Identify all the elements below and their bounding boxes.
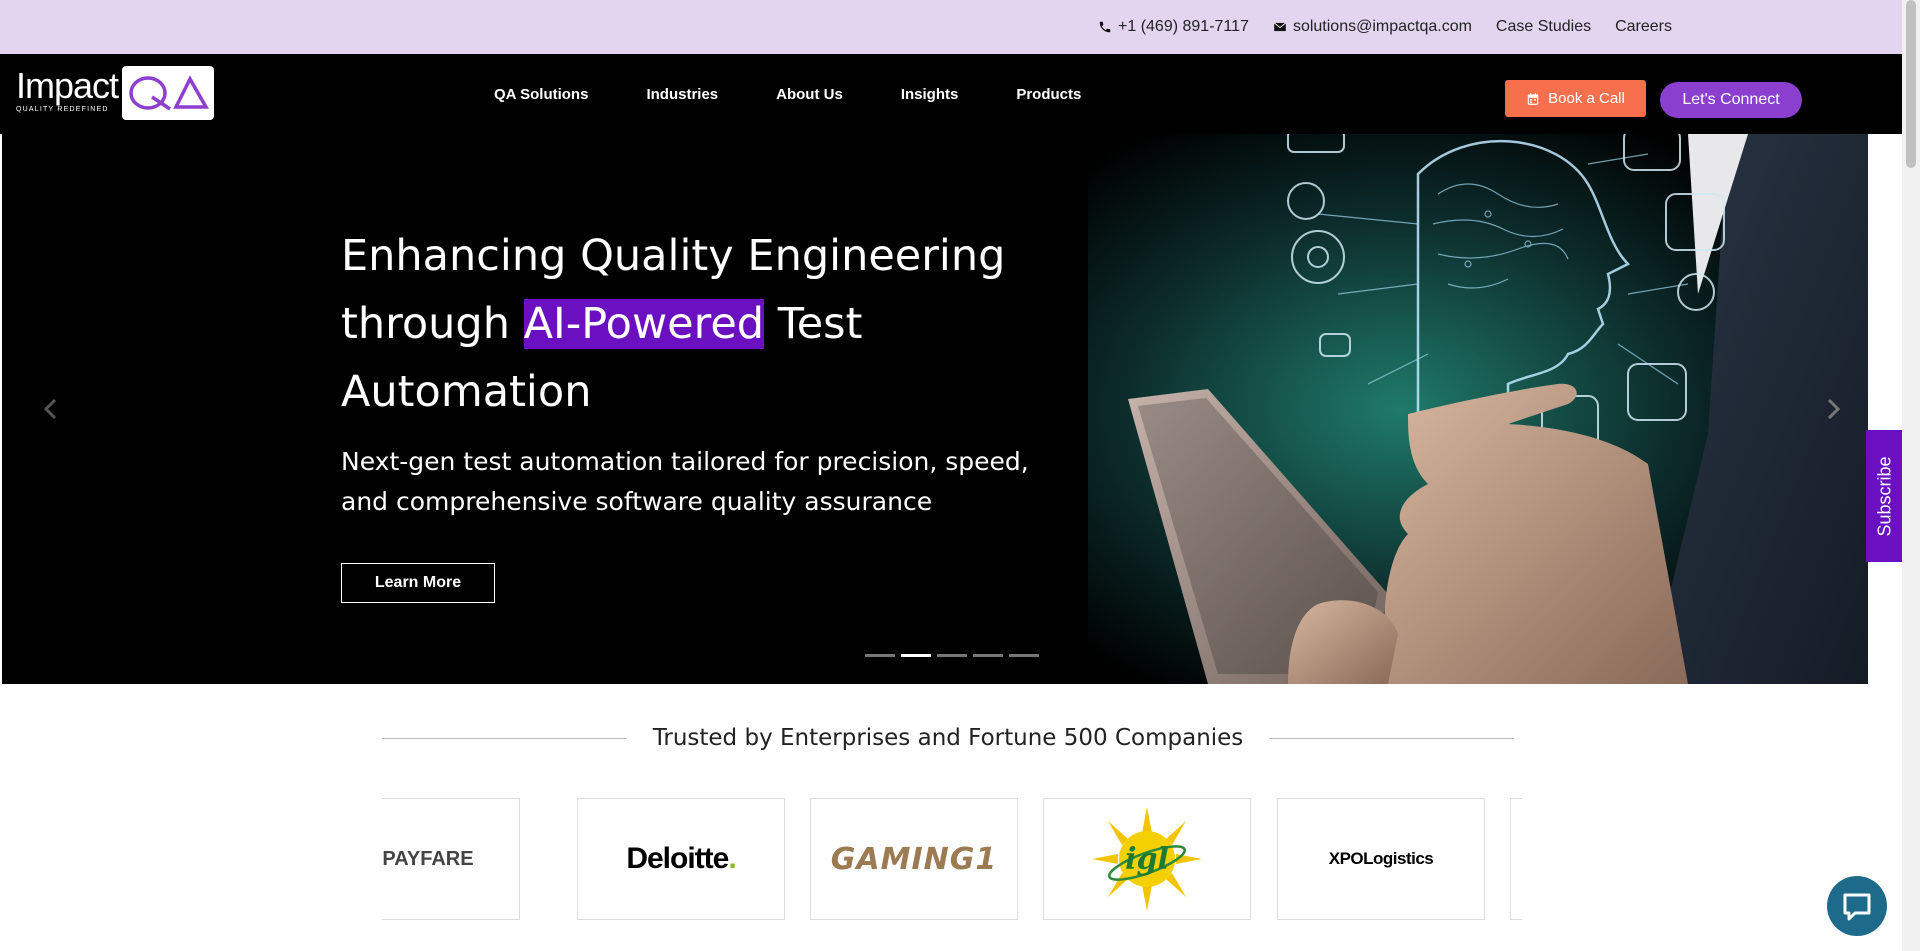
client-logo-carousel: PAYFARE Deloitte. GAMING1 igl XPOLogisti… [382,798,1522,922]
nav-item-industries[interactable]: Industries [646,86,718,103]
book-a-call-label: Book a Call [1548,90,1625,107]
trusted-heading-row: Trusted by Enterprises and Fortune 500 C… [382,722,1514,754]
careers-link[interactable]: Careers [1615,18,1672,36]
slider-dot-3[interactable] [937,654,967,657]
book-a-call-button[interactable]: Book a Call [1505,80,1646,117]
client-logo-partial[interactable] [1510,798,1522,920]
hero-title-through: through [341,299,510,349]
subscribe-label: Subscribe [1874,455,1895,537]
logo-wordmark: Impact QUALITY REDEFINED [16,65,119,114]
slider-dot-1[interactable] [865,654,895,657]
divider-right [1269,737,1514,739]
deloitte-text: Deloitte [626,842,729,875]
deloitte-logo: Deloitte. [626,842,736,875]
hero-slider: Enhancing Quality Engineering through AI… [2,134,1868,684]
client-logo-igl[interactable]: igl [1043,798,1251,920]
hero-title-line1: Enhancing Quality Engineering [341,231,1006,281]
case-studies-link[interactable]: Case Studies [1496,18,1591,36]
client-logo-xpo[interactable]: XPOLogistics [1277,798,1485,920]
nav-item-about-us[interactable]: About Us [776,86,843,103]
learn-more-button[interactable]: Learn More [341,563,495,603]
nav-item-products[interactable]: Products [1016,86,1081,103]
impactqa-logo[interactable]: Impact QUALITY REDEFINED [16,65,215,120]
hero-title: Enhancing Quality Engineering through AI… [341,222,1101,426]
slider-prev-arrow[interactable] [36,394,66,424]
hero-title-test: Test [777,299,863,349]
email-address: solutions@impactqa.com [1292,18,1472,35]
payfare-logo: PAYFARE [382,844,474,874]
top-contact-bar: +1 (469) 891-7117 solutions@impactqa.com… [0,0,1902,54]
hero-ai-tablet-illustration [1088,134,1868,684]
nav-item-qa-solutions[interactable]: QA Solutions [494,86,588,103]
hero-title-highlight: AI-Powered [523,299,765,349]
email-link[interactable]: solutions@impactqa.com [1273,18,1472,36]
qa-logo-icon [129,75,210,111]
slider-dot-2[interactable] [901,654,931,657]
hero-subtitle: Next-gen test automation tailored for pr… [341,447,1029,516]
divider-left [382,737,627,739]
chat-bubble-icon [1843,893,1871,921]
slider-dot-4[interactable] [973,654,1003,657]
scrollbar-thumb[interactable] [1906,0,1916,168]
chat-widget-button[interactable] [1827,876,1887,936]
slider-dots [865,654,1039,657]
envelope-icon [1273,22,1287,32]
phone-icon [1099,21,1111,33]
main-nav: QA Solutions Industries About Us Insight… [494,54,1081,134]
calendar-icon [1527,92,1539,105]
nav-item-insights[interactable]: Insights [901,86,959,103]
subscribe-tab[interactable]: Subscribe [1866,430,1902,562]
igl-sun-logo-icon: igl [1092,807,1202,911]
slider-dot-5[interactable] [1009,654,1039,657]
chevron-left-icon [43,398,57,420]
logo-word: Impact [16,65,119,106]
client-logo-gaming1[interactable]: GAMING1 [810,798,1018,920]
xpo-logistics-logo: XPOLogistics [1328,849,1434,868]
client-logo-deloitte[interactable]: Deloitte. [577,798,785,920]
logo-qa-badge [122,66,215,120]
igl-text: igl [1125,842,1169,877]
client-logo-payfare[interactable]: PAYFARE [382,798,520,920]
phone-number: +1 (469) 891-7117 [1118,18,1249,35]
page: +1 (469) 891-7117 solutions@impactqa.com… [0,0,1902,951]
main-header: Impact QUALITY REDEFINED QA Solutions In… [0,54,1902,134]
lets-connect-button[interactable]: Let's Connect [1660,82,1802,118]
chevron-right-icon [1827,398,1841,420]
trusted-heading: Trusted by Enterprises and Fortune 500 C… [652,725,1244,751]
payfare-text: PAYFARE [382,847,474,870]
slider-next-arrow[interactable] [1818,394,1848,424]
gaming1-logo: GAMING1 [830,841,998,877]
phone-link[interactable]: +1 (469) 891-7117 [1098,18,1249,36]
hero-title-line3: Automation [341,367,592,417]
page-scrollbar[interactable] [1902,0,1920,951]
logo-tagline: QUALITY REDEFINED [16,106,109,113]
